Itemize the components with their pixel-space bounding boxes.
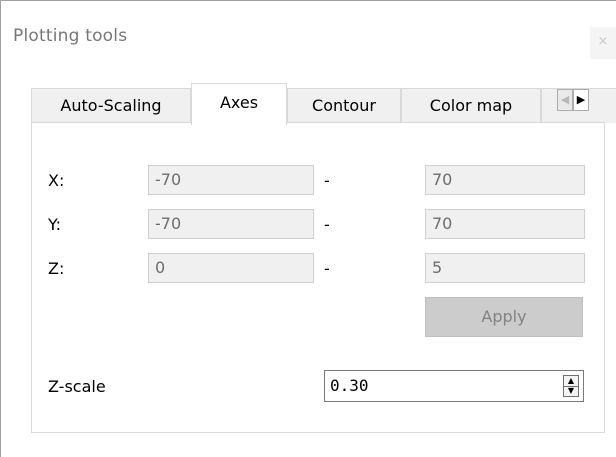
y-axis-label: Y: — [48, 215, 62, 234]
z-scale-spinbox[interactable]: 0.30 ▲ ▼ — [324, 370, 584, 402]
close-button[interactable]: × — [590, 27, 616, 59]
apply-button[interactable]: Apply — [425, 297, 583, 337]
tab-scroller: ◀ ▶ — [557, 89, 589, 111]
tab-axes[interactable]: Axes — [191, 83, 287, 125]
y-max-field[interactable]: 70 — [425, 209, 585, 239]
y-range-separator: - — [324, 215, 330, 234]
z-range-separator: - — [324, 259, 330, 278]
z-scale-label: Z-scale — [48, 377, 106, 396]
tab-label: Auto-Scaling — [60, 96, 162, 115]
window-title: Plotting tools — [13, 26, 128, 46]
z-min-field[interactable]: 0 — [148, 253, 314, 283]
caret-down-icon: ▼ — [567, 386, 575, 395]
z-max-field[interactable]: 5 — [425, 253, 585, 283]
x-axis-label: X: — [48, 171, 65, 190]
tab-label: Color map — [429, 96, 513, 115]
z-scale-decrement-button[interactable]: ▼ — [564, 386, 578, 396]
x-range-separator: - — [324, 171, 330, 190]
y-min-field[interactable]: -70 — [148, 209, 314, 239]
x-max-field[interactable]: 70 — [425, 165, 585, 195]
tab-auto-scaling[interactable]: Auto-Scaling — [31, 88, 191, 123]
tab-contour[interactable]: Contour — [287, 88, 401, 123]
chevron-right-icon: ▶ — [576, 93, 586, 106]
tab-scroll-right-button[interactable]: ▶ — [573, 89, 589, 111]
tab-label: Axes — [219, 93, 259, 112]
z-axis-label: Z: — [48, 259, 65, 278]
plotting-tools-window: Plotting tools × Auto-Scaling Axes Conto… — [0, 0, 616, 457]
chevron-left-icon: ◀ — [560, 93, 570, 106]
x-min-field[interactable]: -70 — [148, 165, 314, 195]
close-icon: × — [597, 34, 609, 49]
tab-color-map[interactable]: Color map — [401, 88, 541, 123]
tab-label: Contour — [312, 96, 376, 115]
z-scale-value: 0.30 — [330, 376, 369, 395]
caret-up-icon: ▲ — [567, 376, 575, 385]
z-scale-stepper: ▲ ▼ — [563, 375, 579, 397]
tab-scroll-left-button[interactable]: ◀ — [557, 89, 573, 111]
